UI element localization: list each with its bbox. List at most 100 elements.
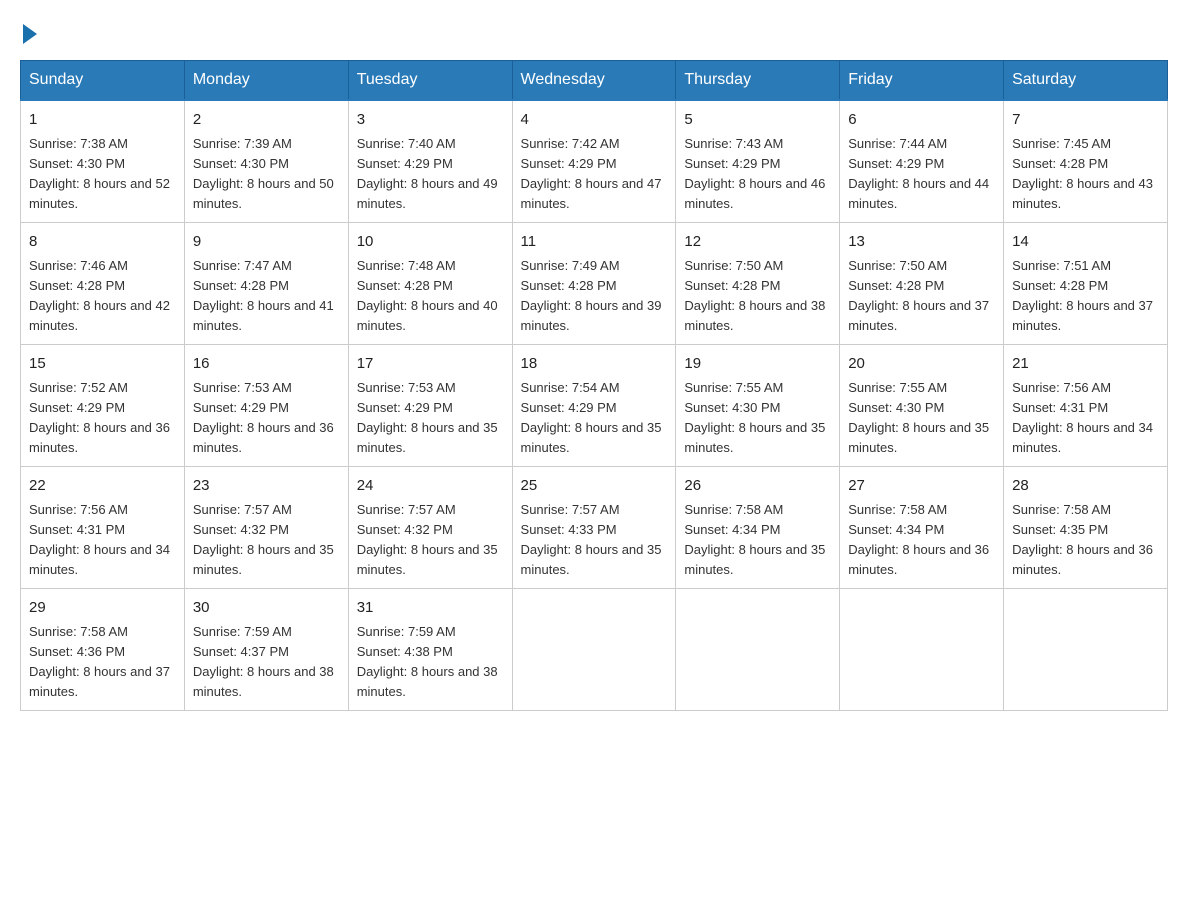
day-info: Sunrise: 7:57 AMSunset: 4:32 PMDaylight:… <box>357 500 504 581</box>
page-header <box>20 20 1168 40</box>
calendar-cell: 24Sunrise: 7:57 AMSunset: 4:32 PMDayligh… <box>348 467 512 589</box>
calendar-header-row: SundayMondayTuesdayWednesdayThursdayFrid… <box>21 61 1168 101</box>
day-info: Sunrise: 7:51 AMSunset: 4:28 PMDaylight:… <box>1012 256 1159 337</box>
calendar-day-header: Friday <box>840 61 1004 101</box>
day-number: 15 <box>29 353 176 376</box>
day-info: Sunrise: 7:46 AMSunset: 4:28 PMDaylight:… <box>29 256 176 337</box>
day-info: Sunrise: 7:59 AMSunset: 4:38 PMDaylight:… <box>357 622 504 703</box>
day-info: Sunrise: 7:50 AMSunset: 4:28 PMDaylight:… <box>684 256 831 337</box>
calendar-week-row: 15Sunrise: 7:52 AMSunset: 4:29 PMDayligh… <box>21 345 1168 467</box>
calendar-day-header: Thursday <box>676 61 840 101</box>
calendar-cell: 11Sunrise: 7:49 AMSunset: 4:28 PMDayligh… <box>512 223 676 345</box>
calendar-cell: 4Sunrise: 7:42 AMSunset: 4:29 PMDaylight… <box>512 100 676 223</box>
day-number: 22 <box>29 475 176 498</box>
day-number: 19 <box>684 353 831 376</box>
day-number: 29 <box>29 597 176 620</box>
day-number: 20 <box>848 353 995 376</box>
day-number: 24 <box>357 475 504 498</box>
day-info: Sunrise: 7:42 AMSunset: 4:29 PMDaylight:… <box>521 134 668 215</box>
calendar-cell: 20Sunrise: 7:55 AMSunset: 4:30 PMDayligh… <box>840 345 1004 467</box>
calendar-cell: 2Sunrise: 7:39 AMSunset: 4:30 PMDaylight… <box>184 100 348 223</box>
calendar-cell: 17Sunrise: 7:53 AMSunset: 4:29 PMDayligh… <box>348 345 512 467</box>
day-info: Sunrise: 7:53 AMSunset: 4:29 PMDaylight:… <box>357 378 504 459</box>
calendar-cell: 30Sunrise: 7:59 AMSunset: 4:37 PMDayligh… <box>184 589 348 711</box>
day-number: 4 <box>521 109 668 132</box>
calendar-cell: 16Sunrise: 7:53 AMSunset: 4:29 PMDayligh… <box>184 345 348 467</box>
day-info: Sunrise: 7:57 AMSunset: 4:33 PMDaylight:… <box>521 500 668 581</box>
calendar-cell: 7Sunrise: 7:45 AMSunset: 4:28 PMDaylight… <box>1004 100 1168 223</box>
calendar-week-row: 1Sunrise: 7:38 AMSunset: 4:30 PMDaylight… <box>21 100 1168 223</box>
calendar-cell: 31Sunrise: 7:59 AMSunset: 4:38 PMDayligh… <box>348 589 512 711</box>
calendar-cell <box>512 589 676 711</box>
day-info: Sunrise: 7:45 AMSunset: 4:28 PMDaylight:… <box>1012 134 1159 215</box>
calendar-cell: 6Sunrise: 7:44 AMSunset: 4:29 PMDaylight… <box>840 100 1004 223</box>
day-info: Sunrise: 7:54 AMSunset: 4:29 PMDaylight:… <box>521 378 668 459</box>
calendar-cell: 13Sunrise: 7:50 AMSunset: 4:28 PMDayligh… <box>840 223 1004 345</box>
day-info: Sunrise: 7:58 AMSunset: 4:34 PMDaylight:… <box>848 500 995 581</box>
day-info: Sunrise: 7:47 AMSunset: 4:28 PMDaylight:… <box>193 256 340 337</box>
day-number: 12 <box>684 231 831 254</box>
day-info: Sunrise: 7:50 AMSunset: 4:28 PMDaylight:… <box>848 256 995 337</box>
day-number: 7 <box>1012 109 1159 132</box>
calendar-day-header: Sunday <box>21 61 185 101</box>
calendar-cell: 22Sunrise: 7:56 AMSunset: 4:31 PMDayligh… <box>21 467 185 589</box>
day-number: 8 <box>29 231 176 254</box>
day-info: Sunrise: 7:58 AMSunset: 4:35 PMDaylight:… <box>1012 500 1159 581</box>
day-info: Sunrise: 7:44 AMSunset: 4:29 PMDaylight:… <box>848 134 995 215</box>
day-info: Sunrise: 7:53 AMSunset: 4:29 PMDaylight:… <box>193 378 340 459</box>
logo-arrow-icon <box>23 24 37 44</box>
calendar-cell <box>676 589 840 711</box>
calendar-cell: 3Sunrise: 7:40 AMSunset: 4:29 PMDaylight… <box>348 100 512 223</box>
day-info: Sunrise: 7:56 AMSunset: 4:31 PMDaylight:… <box>29 500 176 581</box>
calendar-cell: 28Sunrise: 7:58 AMSunset: 4:35 PMDayligh… <box>1004 467 1168 589</box>
calendar-day-header: Tuesday <box>348 61 512 101</box>
calendar-cell: 9Sunrise: 7:47 AMSunset: 4:28 PMDaylight… <box>184 223 348 345</box>
calendar-cell: 8Sunrise: 7:46 AMSunset: 4:28 PMDaylight… <box>21 223 185 345</box>
day-info: Sunrise: 7:52 AMSunset: 4:29 PMDaylight:… <box>29 378 176 459</box>
day-number: 21 <box>1012 353 1159 376</box>
day-number: 30 <box>193 597 340 620</box>
calendar-cell <box>840 589 1004 711</box>
day-number: 3 <box>357 109 504 132</box>
calendar-cell: 5Sunrise: 7:43 AMSunset: 4:29 PMDaylight… <box>676 100 840 223</box>
calendar-cell: 10Sunrise: 7:48 AMSunset: 4:28 PMDayligh… <box>348 223 512 345</box>
calendar-cell: 18Sunrise: 7:54 AMSunset: 4:29 PMDayligh… <box>512 345 676 467</box>
day-number: 2 <box>193 109 340 132</box>
day-number: 25 <box>521 475 668 498</box>
day-number: 26 <box>684 475 831 498</box>
calendar-cell: 14Sunrise: 7:51 AMSunset: 4:28 PMDayligh… <box>1004 223 1168 345</box>
day-number: 13 <box>848 231 995 254</box>
day-number: 6 <box>848 109 995 132</box>
day-number: 11 <box>521 231 668 254</box>
calendar-cell: 29Sunrise: 7:58 AMSunset: 4:36 PMDayligh… <box>21 589 185 711</box>
calendar-cell: 23Sunrise: 7:57 AMSunset: 4:32 PMDayligh… <box>184 467 348 589</box>
calendar-day-header: Monday <box>184 61 348 101</box>
day-number: 16 <box>193 353 340 376</box>
calendar-cell <box>1004 589 1168 711</box>
calendar-week-row: 22Sunrise: 7:56 AMSunset: 4:31 PMDayligh… <box>21 467 1168 589</box>
day-info: Sunrise: 7:55 AMSunset: 4:30 PMDaylight:… <box>684 378 831 459</box>
day-number: 23 <box>193 475 340 498</box>
day-info: Sunrise: 7:55 AMSunset: 4:30 PMDaylight:… <box>848 378 995 459</box>
calendar-cell: 26Sunrise: 7:58 AMSunset: 4:34 PMDayligh… <box>676 467 840 589</box>
calendar-day-header: Saturday <box>1004 61 1168 101</box>
calendar-week-row: 8Sunrise: 7:46 AMSunset: 4:28 PMDaylight… <box>21 223 1168 345</box>
calendar-day-header: Wednesday <box>512 61 676 101</box>
day-number: 14 <box>1012 231 1159 254</box>
calendar-table: SundayMondayTuesdayWednesdayThursdayFrid… <box>20 60 1168 711</box>
calendar-week-row: 29Sunrise: 7:58 AMSunset: 4:36 PMDayligh… <box>21 589 1168 711</box>
day-info: Sunrise: 7:56 AMSunset: 4:31 PMDaylight:… <box>1012 378 1159 459</box>
day-info: Sunrise: 7:40 AMSunset: 4:29 PMDaylight:… <box>357 134 504 215</box>
calendar-cell: 15Sunrise: 7:52 AMSunset: 4:29 PMDayligh… <box>21 345 185 467</box>
day-info: Sunrise: 7:43 AMSunset: 4:29 PMDaylight:… <box>684 134 831 215</box>
calendar-cell: 19Sunrise: 7:55 AMSunset: 4:30 PMDayligh… <box>676 345 840 467</box>
day-info: Sunrise: 7:58 AMSunset: 4:34 PMDaylight:… <box>684 500 831 581</box>
day-number: 17 <box>357 353 504 376</box>
day-number: 5 <box>684 109 831 132</box>
day-info: Sunrise: 7:39 AMSunset: 4:30 PMDaylight:… <box>193 134 340 215</box>
day-number: 9 <box>193 231 340 254</box>
day-number: 10 <box>357 231 504 254</box>
day-number: 28 <box>1012 475 1159 498</box>
day-number: 27 <box>848 475 995 498</box>
calendar-cell: 12Sunrise: 7:50 AMSunset: 4:28 PMDayligh… <box>676 223 840 345</box>
